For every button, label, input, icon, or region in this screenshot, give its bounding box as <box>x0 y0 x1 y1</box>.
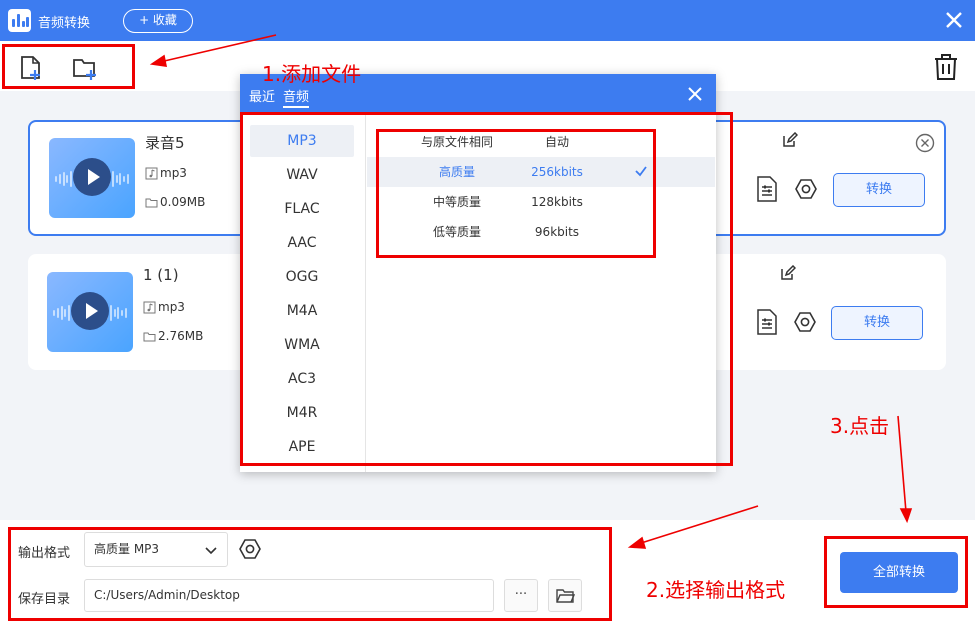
file-format: mp3 <box>143 300 185 314</box>
folder-icon <box>143 332 156 341</box>
tab-audio[interactable]: 音频 <box>283 86 310 108</box>
file-name: 录音5 <box>145 134 185 152</box>
convert-button[interactable]: 转换 <box>831 306 923 340</box>
annotation-step1: 1.添加文件 <box>262 62 362 86</box>
annotation-box-quality <box>376 129 656 258</box>
file-format: mp3 <box>145 166 187 180</box>
annotation-box-output <box>8 527 612 621</box>
tab-recent[interactable]: 最近 <box>249 86 275 105</box>
music-note-icon <box>145 167 158 179</box>
audio-thumbnail <box>49 138 135 218</box>
remove-file-icon[interactable] <box>915 133 935 153</box>
file-name: 1 (1) <box>143 266 179 284</box>
favorite-button[interactable]: + 收藏 <box>123 9 193 33</box>
file-size: 0.09MB <box>145 195 205 209</box>
file-size-label: 2.76MB <box>158 329 204 343</box>
folder-icon <box>145 198 158 207</box>
file-format-label: mp3 <box>160 166 187 180</box>
convert-button[interactable]: 转换 <box>833 173 925 207</box>
edit-icon[interactable] <box>782 132 798 148</box>
settings-icon[interactable] <box>795 178 817 200</box>
app-logo-icon <box>8 9 31 32</box>
music-note-icon <box>143 301 156 313</box>
trash-icon[interactable] <box>933 53 959 81</box>
title-bar: 音频转换 + 收藏 <box>0 0 975 41</box>
annotation-box-add-files <box>2 44 135 89</box>
close-icon[interactable] <box>942 8 966 32</box>
settings-icon[interactable] <box>794 311 816 333</box>
close-icon[interactable] <box>687 86 703 102</box>
annotation-step3: 3.点击 <box>830 414 890 438</box>
app-title: 音频转换 <box>38 16 91 31</box>
file-size-label: 0.09MB <box>160 195 206 209</box>
audio-thumbnail <box>47 272 133 352</box>
annotation-box-convert-all <box>824 536 968 608</box>
edit-icon[interactable] <box>780 265 796 281</box>
file-size: 2.76MB <box>143 329 203 343</box>
document-settings-icon[interactable] <box>756 309 778 335</box>
play-icon[interactable] <box>71 292 109 330</box>
play-icon[interactable] <box>73 158 111 196</box>
annotation-step2: 2.选择输出格式 <box>646 578 786 602</box>
file-format-label: mp3 <box>158 300 185 314</box>
document-settings-icon[interactable] <box>756 176 778 202</box>
